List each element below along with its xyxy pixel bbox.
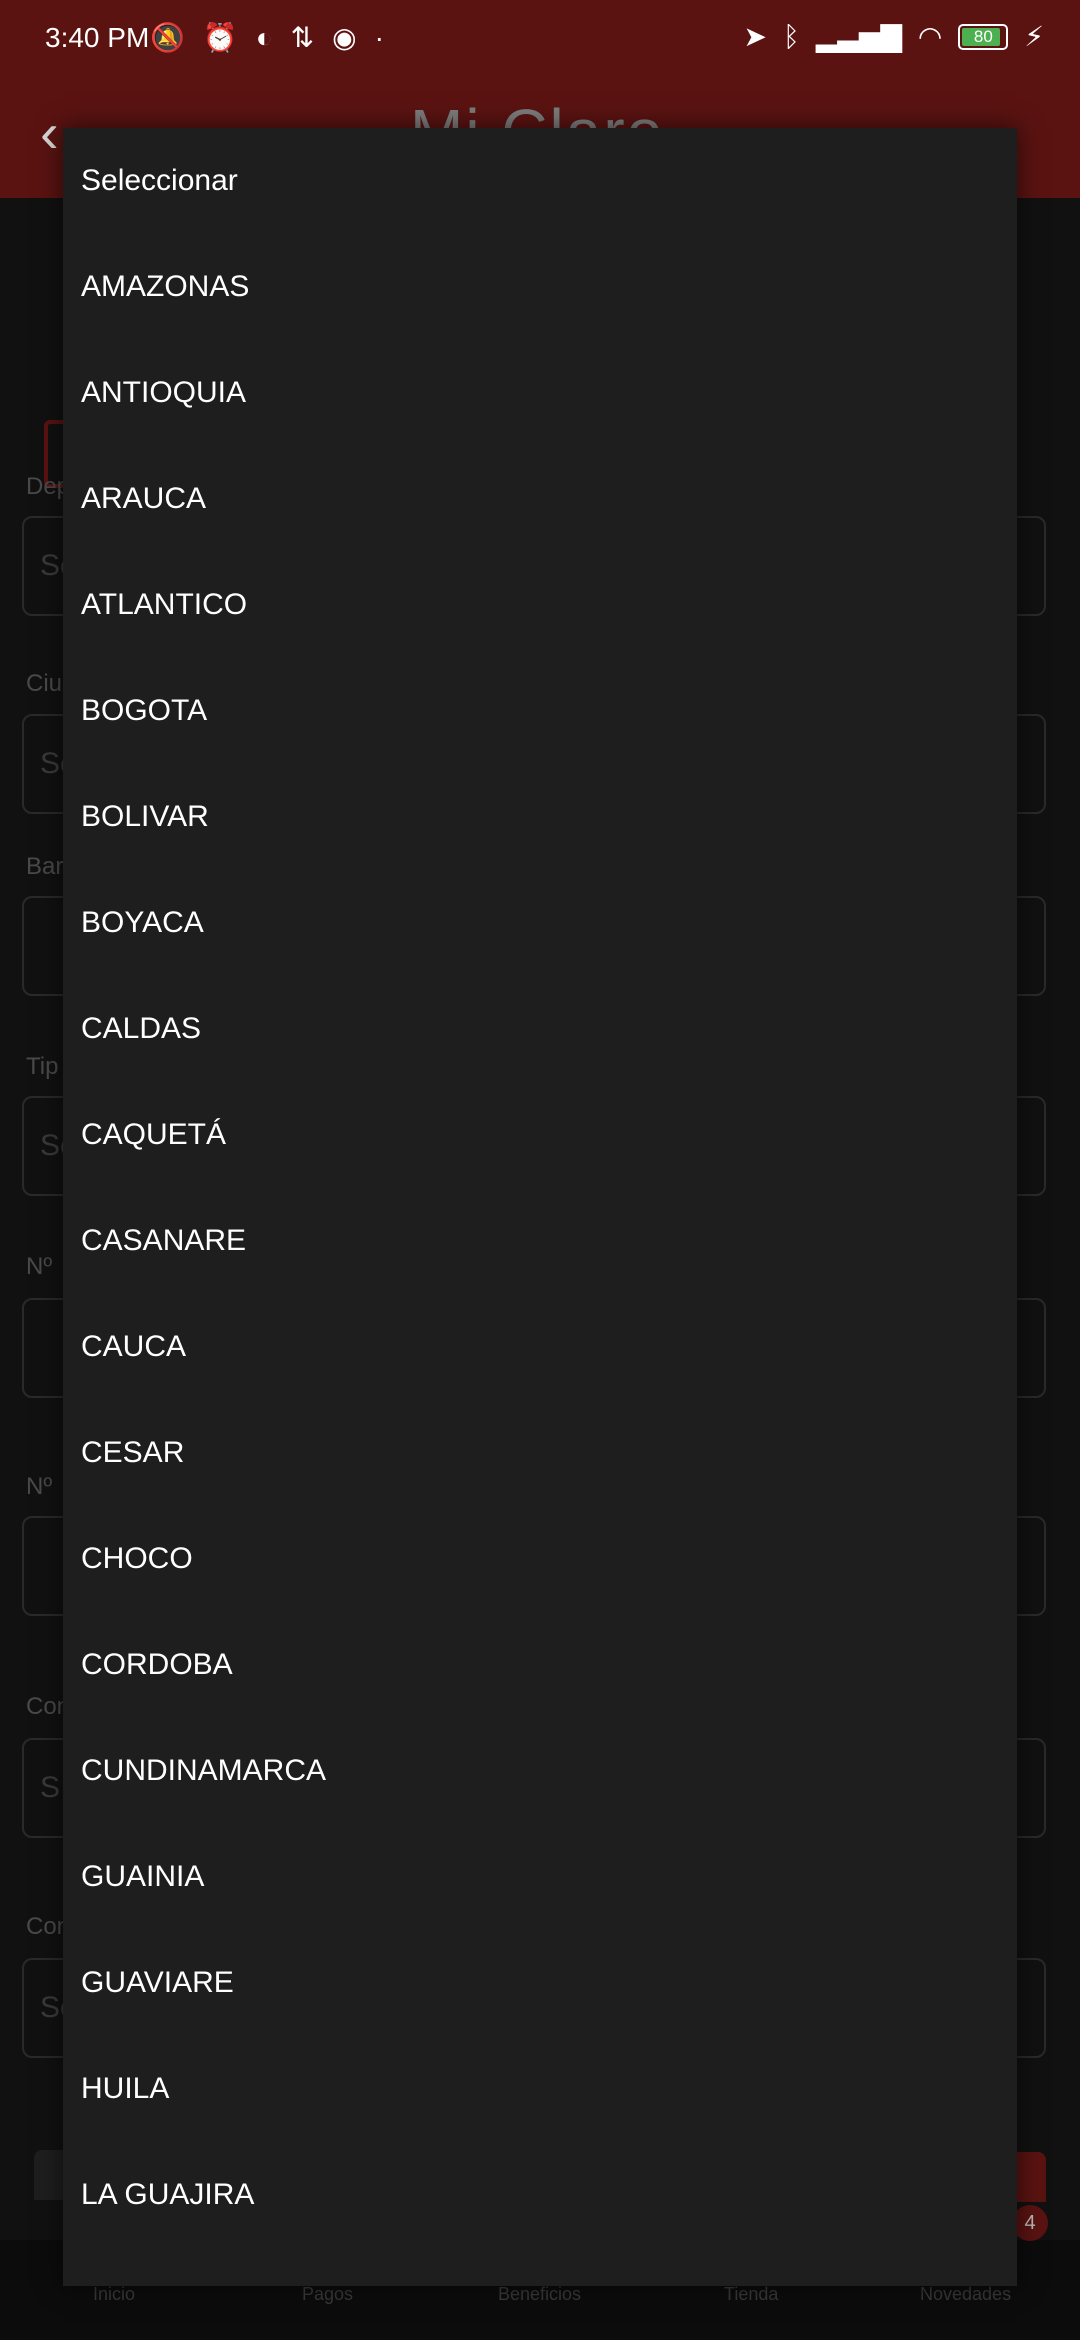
option-atlantico[interactable]: ATLANTICO bbox=[63, 552, 1017, 658]
dot-icon: · bbox=[374, 22, 384, 53]
option-cauca[interactable]: CAUCA bbox=[63, 1294, 1017, 1400]
signal-icon: ▂▃▅▇ bbox=[815, 21, 902, 52]
bluetooth-icon: ᛒ bbox=[782, 20, 800, 52]
option-la-guajira[interactable]: LA GUAJIRA bbox=[63, 2142, 1017, 2248]
option-huila[interactable]: HUILA bbox=[63, 2036, 1017, 2142]
status-bar: 3:40 PM 🔕 ⏰ ◐ ⇅ ◉ · ➤ ᛒ ▂▃▅▇ ◠ 80 ⚡ bbox=[0, 0, 1080, 75]
option-seleccionar[interactable]: Seleccionar bbox=[63, 128, 1017, 234]
status-time: 3:40 PM bbox=[45, 22, 150, 53]
option-cesar[interactable]: CESAR bbox=[63, 1400, 1017, 1506]
option-boyaca[interactable]: BOYACA bbox=[63, 870, 1017, 976]
field-label: Nº bbox=[26, 1473, 53, 1500]
option-cundinamarca[interactable]: CUNDINAMARCA bbox=[63, 1718, 1017, 1824]
nav-item-beneficios[interactable]: Beneficios bbox=[498, 2284, 581, 2305]
option-caqueta[interactable]: CAQUETÁ bbox=[63, 1082, 1017, 1188]
sync-icon: ◉ bbox=[332, 22, 357, 53]
data-transfer-icon: ⇅ bbox=[290, 22, 315, 53]
app-icon: ◐ bbox=[255, 22, 273, 53]
field-label: Tip bbox=[26, 1053, 59, 1080]
option-choco[interactable]: CHOCO bbox=[63, 1506, 1017, 1612]
status-icons-left: 🔕 ⏰ ◐ ⇅ ◉ · bbox=[150, 22, 384, 54]
field-value: S bbox=[40, 1771, 61, 1804]
option-casanare[interactable]: CASANARE bbox=[63, 1188, 1017, 1294]
notifications-off-icon: 🔕 bbox=[150, 22, 185, 53]
alarm-icon: ⏰ bbox=[202, 22, 238, 53]
option-amazonas[interactable]: AMAZONAS bbox=[63, 234, 1017, 340]
option-arauca[interactable]: ARAUCA bbox=[63, 446, 1017, 552]
notification-badge: 4 bbox=[1012, 2205, 1048, 2241]
screen: 3:40 PM 🔕 ⏰ ◐ ⇅ ◉ · ➤ ᛒ ▂▃▅▇ ◠ 80 ⚡ ‹ Mi… bbox=[0, 0, 1080, 2340]
option-antioquia[interactable]: ANTIOQUIA bbox=[63, 340, 1017, 446]
charging-icon: ⚡ bbox=[1024, 21, 1044, 52]
option-guainia[interactable]: GUAINIA bbox=[63, 1824, 1017, 1930]
wifi-icon: ◠ bbox=[917, 21, 943, 52]
nav-item-inicio[interactable]: Inicio bbox=[93, 2284, 135, 2305]
option-bogota[interactable]: BOGOTA bbox=[63, 658, 1017, 764]
nav-item-tienda[interactable]: Tienda bbox=[724, 2284, 778, 2305]
nav-item-pagos[interactable]: Pagos bbox=[302, 2284, 353, 2305]
battery-level: 80 bbox=[973, 26, 993, 46]
option-guaviare[interactable]: GUAVIARE bbox=[63, 1930, 1017, 2036]
option-caldas[interactable]: CALDAS bbox=[63, 976, 1017, 1082]
battery-icon: 80 bbox=[958, 23, 1009, 50]
field-label: Bar bbox=[26, 853, 64, 880]
status-icons-right: ➤ ᛒ ▂▃▅▇ ◠ 80 ⚡ bbox=[743, 20, 1044, 53]
nav-item-novedades[interactable]: Novedades bbox=[920, 2284, 1011, 2305]
department-dropdown: Seleccionar AMAZONAS ANTIOQUIA ARAUCA AT… bbox=[63, 128, 1017, 2286]
option-cordoba[interactable]: CORDOBA bbox=[63, 1612, 1017, 1718]
option-bolivar[interactable]: BOLIVAR bbox=[63, 764, 1017, 870]
location-icon: ➤ bbox=[743, 21, 767, 52]
field-label: Ciu bbox=[26, 670, 63, 697]
field-label: Nº bbox=[26, 1253, 53, 1280]
